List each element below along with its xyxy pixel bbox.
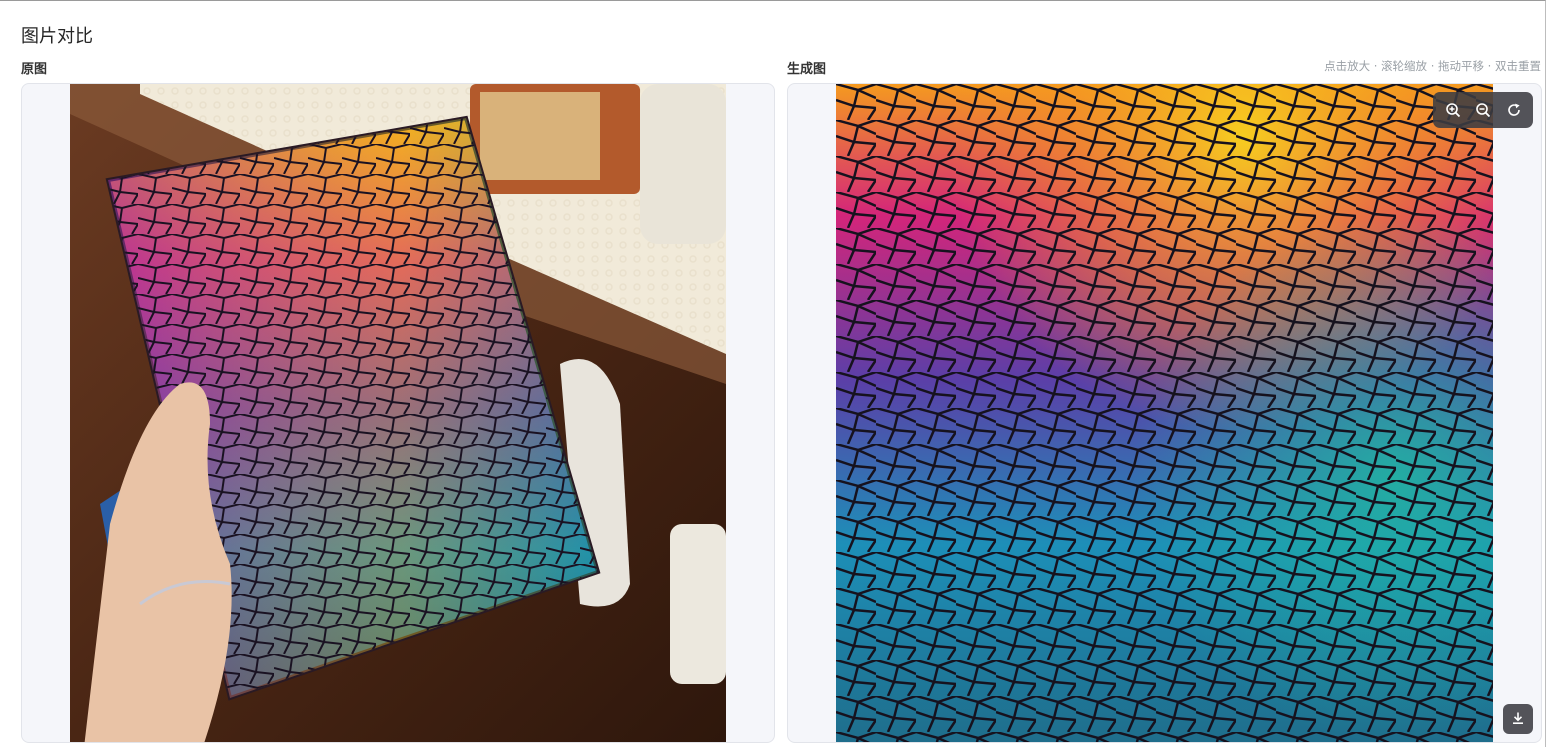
download-button[interactable] [1503,704,1533,734]
original-panel [21,83,775,743]
download-icon [1511,710,1525,729]
zoom-toolbar [1433,92,1533,128]
zoom-in-icon[interactable] [1442,99,1464,121]
zoom-out-icon[interactable] [1472,99,1494,121]
generated-label: 生成图 [787,62,827,77]
original-label: 原图 [21,62,48,77]
original-image[interactable] [70,84,726,742]
page-title: 图片对比 [21,26,93,47]
interaction-hint: 点击放大 · 滚轮缩放 · 拖动平移 · 双击重置 [1324,59,1541,73]
generated-image[interactable] [836,84,1493,742]
reset-icon[interactable] [1503,99,1525,121]
generated-panel [787,83,1542,743]
